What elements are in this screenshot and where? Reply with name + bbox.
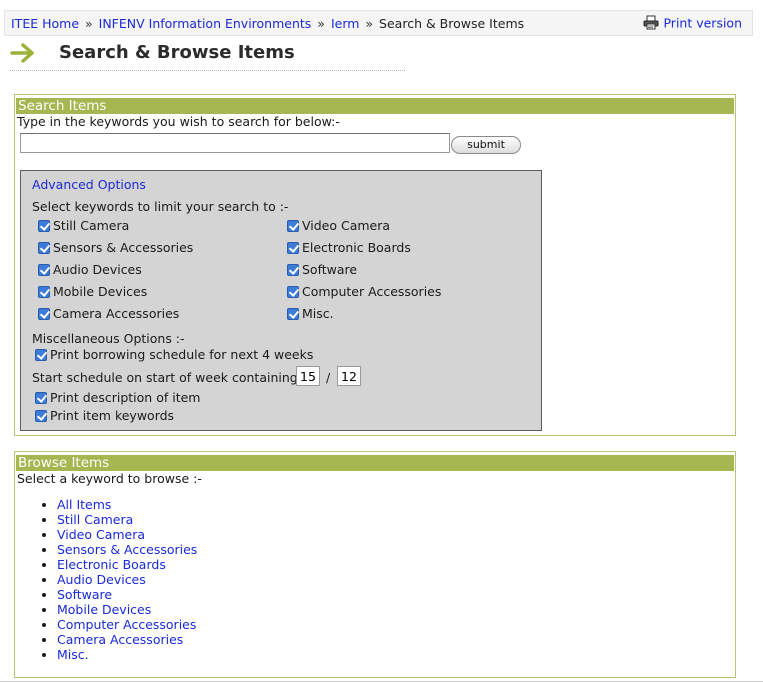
checkbox-checked-icon[interactable]	[38, 242, 50, 254]
browse-link-audio-devices[interactable]: Audio Devices	[57, 572, 146, 587]
list-item: Software	[57, 587, 197, 602]
list-item: Camera Accessories	[57, 632, 197, 647]
checkbox-sensors-accessories[interactable]: Sensors & Accessories	[38, 240, 193, 255]
browse-keyword-list: All Items Still Camera Video Camera Sens…	[15, 497, 197, 662]
schedule-month-input[interactable]	[337, 366, 361, 386]
checkbox-label: Computer Accessories	[302, 284, 442, 299]
list-item: Sensors & Accessories	[57, 542, 197, 557]
checkbox-camera-accessories[interactable]: Camera Accessories	[38, 306, 179, 321]
list-item: All Items	[57, 497, 197, 512]
browse-link-mobile-devices[interactable]: Mobile Devices	[57, 602, 151, 617]
browse-link-still-camera[interactable]: Still Camera	[57, 512, 133, 527]
keywords-prompt: Select keywords to limit your search to …	[32, 199, 289, 214]
checkbox-still-camera[interactable]: Still Camera	[38, 218, 129, 233]
checkbox-misc[interactable]: Misc.	[287, 306, 334, 321]
list-item: Video Camera	[57, 527, 197, 542]
breadcrumb-current: Search & Browse Items	[379, 16, 525, 31]
breadcrumb-link-infenv[interactable]: INFENV Information Environments	[99, 16, 312, 31]
checkbox-video-camera[interactable]: Video Camera	[287, 218, 390, 233]
checkbox-checked-icon[interactable]	[287, 220, 299, 232]
checkbox-label: Sensors & Accessories	[53, 240, 194, 255]
print-version-label[interactable]: Print version	[663, 16, 742, 31]
date-separator: /	[326, 370, 331, 385]
misc-options-heading: Miscellaneous Options :-	[32, 331, 185, 346]
checkbox-checked-icon[interactable]	[38, 286, 50, 298]
list-item: Electronic Boards	[57, 557, 197, 572]
list-item: Audio Devices	[57, 572, 197, 587]
checkbox-checked-icon[interactable]	[287, 242, 299, 254]
checkbox-print-keywords[interactable]: Print item keywords	[35, 408, 174, 423]
checkbox-checked-icon[interactable]	[287, 264, 299, 276]
printer-icon[interactable]	[643, 15, 659, 33]
breadcrumb-bar: ITEE Home » INFENV Information Environme…	[4, 10, 753, 36]
checkbox-checked-icon[interactable]	[287, 308, 299, 320]
checkbox-print-schedule[interactable]: Print borrowing schedule for next 4 week…	[35, 347, 313, 362]
browse-items-panel: Browse Items Select a keyword to browse …	[14, 451, 736, 678]
search-input[interactable]	[20, 133, 450, 153]
submit-button[interactable]: submit	[451, 136, 521, 154]
checkbox-label: Still Camera	[53, 218, 130, 233]
checkbox-mobile-devices[interactable]: Mobile Devices	[38, 284, 147, 299]
checkbox-label: Camera Accessories	[53, 306, 180, 321]
breadcrumb-separator: »	[365, 16, 374, 31]
checkbox-computer-accessories[interactable]: Computer Accessories	[287, 284, 441, 299]
search-instruction: Type in the keywords you wish to search …	[17, 114, 340, 129]
checkbox-checked-icon[interactable]	[35, 410, 47, 422]
breadcrumb-link-itee-home[interactable]: ITEE Home	[11, 16, 79, 31]
browse-link-misc[interactable]: Misc.	[57, 647, 89, 662]
checkbox-print-description[interactable]: Print description of item	[35, 390, 200, 405]
breadcrumb-separator: »	[317, 16, 325, 31]
browse-link-software[interactable]: Software	[57, 587, 112, 602]
checkbox-checked-icon[interactable]	[35, 349, 47, 361]
breadcrumb-link-ierm[interactable]: Ierm	[331, 16, 359, 31]
checkbox-label: Software	[302, 262, 358, 277]
checkbox-software[interactable]: Software	[287, 262, 357, 277]
checkbox-label: Electronic Boards	[302, 240, 411, 255]
list-item: Misc.	[57, 647, 197, 662]
checkbox-audio-devices[interactable]: Audio Devices	[38, 262, 142, 277]
list-item: Mobile Devices	[57, 602, 197, 617]
browse-link-video-camera[interactable]: Video Camera	[57, 527, 145, 542]
schedule-day-input[interactable]	[296, 366, 320, 386]
search-items-panel: Search Items Type in the keywords you wi…	[14, 94, 736, 436]
right-arrow-icon	[10, 42, 38, 67]
checkbox-label: Audio Devices	[53, 262, 142, 277]
checkbox-label: Print description of item	[50, 390, 201, 405]
schedule-start-label: Start schedule on start of week containi…	[32, 370, 302, 385]
checkbox-label: Mobile Devices	[53, 284, 148, 299]
page-title: Search & Browse Items	[59, 42, 295, 63]
browse-instruction: Select a keyword to browse :-	[17, 471, 202, 486]
checkbox-checked-icon[interactable]	[35, 392, 47, 404]
advanced-options-box: Advanced Options Select keywords to limi…	[20, 170, 542, 431]
browse-items-header: Browse Items	[16, 455, 734, 471]
checkbox-checked-icon[interactable]	[38, 264, 50, 276]
checkbox-label: Print borrowing schedule for next 4 week…	[50, 347, 314, 362]
checkbox-checked-icon[interactable]	[38, 308, 50, 320]
checkbox-label: Video Camera	[302, 218, 391, 233]
print-version-link[interactable]: Print version	[643, 15, 742, 33]
checkbox-electronic-boards[interactable]: Electronic Boards	[287, 240, 411, 255]
search-items-header: Search Items	[16, 98, 734, 114]
list-item: Still Camera	[57, 512, 197, 527]
browse-link-camera-accessories[interactable]: Camera Accessories	[57, 632, 183, 647]
browse-link-sensors-accessories[interactable]: Sensors & Accessories	[57, 542, 197, 557]
checkbox-label: Misc.	[302, 306, 334, 321]
advanced-options-link[interactable]: Advanced Options	[32, 177, 146, 192]
checkbox-checked-icon[interactable]	[38, 220, 50, 232]
browse-link-computer-accessories[interactable]: Computer Accessories	[57, 617, 196, 632]
breadcrumb: ITEE Home » INFENV Information Environme…	[11, 16, 524, 31]
breadcrumb-separator: »	[85, 16, 93, 31]
browse-link-all-items[interactable]: All Items	[57, 497, 111, 512]
browse-link-electronic-boards[interactable]: Electronic Boards	[57, 557, 166, 572]
footer-divider	[0, 681, 763, 682]
checkbox-label: Print item keywords	[50, 408, 175, 423]
checkbox-checked-icon[interactable]	[287, 286, 299, 298]
list-item: Computer Accessories	[57, 617, 197, 632]
page-title-row: Search & Browse Items	[10, 40, 405, 71]
